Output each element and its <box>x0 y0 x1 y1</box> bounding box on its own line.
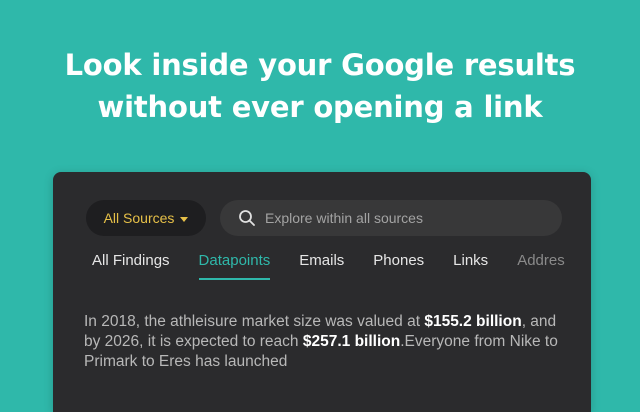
snippet-highlight-1: $155.2 billion <box>424 313 522 330</box>
tab-overflow-fade <box>563 242 591 282</box>
extension-panel: All Sources All Findings Datapoints Emai… <box>53 172 591 412</box>
caret-down-icon <box>180 216 189 222</box>
search-input[interactable] <box>265 210 555 226</box>
headline-line-1: Look inside your Google results <box>64 48 576 82</box>
search-bar[interactable] <box>220 200 562 236</box>
tab-all-findings[interactable]: All Findings <box>92 252 170 280</box>
tab-datapoints[interactable]: Datapoints <box>198 252 270 280</box>
search-icon <box>239 210 255 226</box>
tab-emails[interactable]: Emails <box>299 252 344 280</box>
snippet-text-1: In 2018, the athleisure market size was … <box>84 313 425 330</box>
all-sources-label: All Sources <box>103 210 175 226</box>
tab-links[interactable]: Links <box>453 252 488 280</box>
headline-line-2: without ever opening a link <box>97 90 543 124</box>
tab-bar: All Findings Datapoints Emails Phones Li… <box>92 252 591 280</box>
all-sources-dropdown[interactable]: All Sources <box>86 200 206 236</box>
result-snippet: In 2018, the athleisure market size was … <box>84 312 564 372</box>
tab-addresses[interactable]: Addres <box>517 252 565 280</box>
tab-phones[interactable]: Phones <box>373 252 424 280</box>
snippet-highlight-2: $257.1 billion <box>302 333 401 350</box>
hero-headline: Look inside your Google results without … <box>0 44 640 128</box>
